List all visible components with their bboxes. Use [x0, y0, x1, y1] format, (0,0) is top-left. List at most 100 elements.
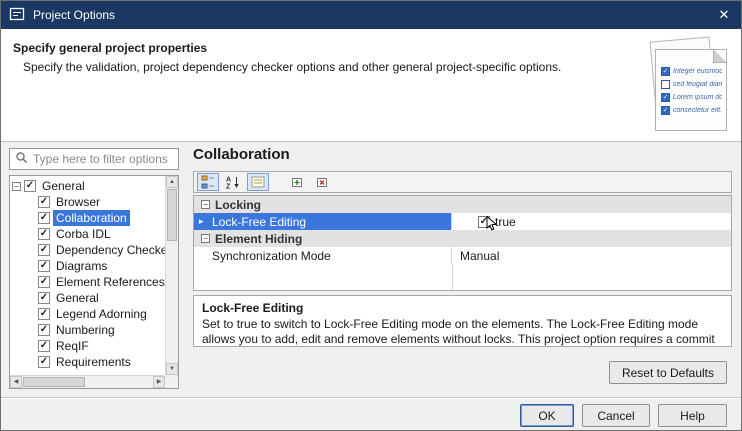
scroll-down-icon[interactable]: ▼ [166, 363, 178, 375]
group-row-locking[interactable]: − Locking [194, 196, 731, 213]
tree-item-label: Browser [53, 194, 103, 210]
header-subtitle: Specify the validation, project dependen… [23, 60, 561, 74]
window-title: Project Options [33, 8, 115, 22]
tree-item-label: Numbering [53, 322, 118, 338]
description-title: Lock-Free Editing [202, 301, 723, 315]
categorized-view-icon[interactable] [197, 173, 219, 191]
sidebar-item-dependency-checker[interactable]: ✓ Dependency Checker [10, 242, 165, 258]
property-name: Synchronization Mode [212, 249, 331, 263]
tree-item-label: Requirements [53, 354, 134, 370]
tree-item-label: Diagrams [53, 258, 110, 274]
sidebar-item-browser[interactable]: ✓ Browser [10, 194, 165, 210]
checklist-row: ✓ consectetur elit. [661, 106, 722, 115]
property-name-cell[interactable]: ▸ Lock-Free Editing [194, 213, 452, 230]
filter-input[interactable] [33, 152, 173, 166]
row-marker-icon: ▸ [199, 216, 204, 227]
sidebar-item-element-references[interactable]: ✓ Element References [10, 274, 165, 290]
checkbox-icon[interactable]: ✓ [38, 212, 50, 224]
options-tree: − ✓ General ✓ Browser ✓ Collaboration ✓ … [9, 175, 179, 389]
scrollbar-thumb[interactable] [23, 377, 85, 387]
sidebar-item-general[interactable]: ✓ General [10, 290, 165, 306]
checkbox-icon[interactable]: ✓ [38, 196, 50, 208]
tree-item-label: Element References [53, 274, 165, 290]
collapse-group-icon[interactable]: − [201, 200, 210, 209]
checklist-row: sed feugiat diam et. [661, 80, 722, 89]
scroll-left-icon[interactable]: ◀ [10, 376, 22, 388]
reset-to-defaults-button[interactable]: Reset to Defaults [609, 361, 727, 384]
sidebar-item-legend-adorning[interactable]: ✓ Legend Adorning [10, 306, 165, 322]
checkbox-icon[interactable]: ✓ [38, 260, 50, 272]
vertical-scrollbar[interactable]: ▲ ▼ [165, 176, 178, 375]
description-text: Set to true to switch to Lock-Free Editi… [202, 317, 723, 347]
property-name-cell[interactable]: Synchronization Mode [194, 247, 452, 264]
checkbox-icon: ✓ [661, 67, 670, 76]
project-options-dialog: Project Options ✕ Specify general projec… [0, 0, 742, 431]
checklist-text: Integer euismod mollis [673, 68, 722, 75]
sidebar-item-numbering[interactable]: ✓ Numbering [10, 322, 165, 338]
checkbox-icon[interactable]: ✓ [38, 228, 50, 240]
sort-alphabetically-icon[interactable]: AZ [222, 173, 244, 191]
checklist-row: ✓ Lorem ipsum dolor [661, 93, 722, 102]
checklist-illustration: ✓ Integer euismod mollis sed feugiat dia… [637, 35, 729, 135]
page-title: Collaboration [193, 146, 290, 163]
checklist-text: sed feugiat diam et. [673, 81, 722, 88]
property-name: Lock-Free Editing [212, 215, 306, 229]
tree-item-label: Legend Adorning [53, 306, 150, 322]
cancel-button[interactable]: Cancel [582, 404, 650, 427]
tree-item-label: Dependency Checker [53, 242, 165, 258]
dialog-header: Specify general project properties Speci… [1, 29, 741, 142]
property-row-lock-free-editing[interactable]: ▸ Lock-Free Editing ✓ true [194, 213, 731, 230]
checkbox-icon[interactable]: ✓ [38, 292, 50, 304]
search-icon [15, 151, 28, 167]
property-row-synchronization-mode[interactable]: Synchronization Mode Manual [194, 247, 731, 264]
checklist-row: ✓ Integer euismod mollis [661, 67, 722, 76]
sidebar-item-reqif[interactable]: ✓ ReqIF [10, 338, 165, 354]
sidebar-item-collaboration[interactable]: ✓ Collaboration [10, 210, 165, 226]
sidebar-item-general-root[interactable]: − ✓ General [10, 178, 165, 194]
column-divider [452, 264, 453, 290]
svg-text:A: A [226, 177, 231, 184]
property-value: Manual [460, 249, 499, 263]
collapse-icon[interactable] [312, 173, 334, 191]
tree-item-label: Corba IDL [53, 226, 114, 242]
help-button[interactable]: Help [658, 404, 727, 427]
expand-icon[interactable] [287, 173, 309, 191]
description-panel: Lock-Free Editing Set to true to switch … [193, 295, 732, 347]
group-row-element-hiding[interactable]: − Element Hiding [194, 230, 731, 247]
tree-item-label: Collaboration [53, 210, 130, 226]
checkbox-empty-icon [661, 80, 670, 89]
ok-button[interactable]: OK [520, 404, 574, 427]
properties-toolbar: AZ [193, 171, 732, 193]
filter-box [9, 148, 179, 170]
sidebar-item-diagrams[interactable]: ✓ Diagrams [10, 258, 165, 274]
property-value-cell[interactable]: Manual [452, 247, 731, 264]
sidebar-item-corba-idl[interactable]: ✓ Corba IDL [10, 226, 165, 242]
properties-table: − Locking ▸ Lock-Free Editing ✓ true − E… [193, 195, 732, 291]
collapse-group-icon[interactable]: − [201, 234, 210, 243]
title-bar: Project Options ✕ [1, 1, 741, 29]
collapse-expander-icon[interactable]: − [12, 182, 21, 191]
horizontal-scrollbar[interactable]: ◀ ▶ [10, 375, 165, 388]
group-label: Element Hiding [215, 232, 302, 246]
checkbox-icon[interactable]: ✓ [24, 180, 36, 192]
group-label: Locking [215, 198, 261, 212]
header-title: Specify general project properties [13, 41, 207, 55]
checkbox-icon[interactable]: ✓ [38, 276, 50, 288]
tree-item-label: General [53, 290, 102, 306]
sidebar-item-requirements[interactable]: ✓ Requirements [10, 354, 165, 370]
scrollbar-thumb[interactable] [167, 189, 177, 241]
checkbox-icon[interactable]: ✓ [38, 340, 50, 352]
scroll-up-icon[interactable]: ▲ [166, 176, 178, 188]
checkbox-icon[interactable]: ✓ [38, 324, 50, 336]
close-icon[interactable]: ✕ [707, 1, 741, 29]
footer-separator [1, 397, 741, 399]
checkbox-icon[interactable]: ✓ [38, 308, 50, 320]
property-value-cell[interactable]: ✓ true [452, 213, 731, 230]
show-description-icon[interactable] [247, 173, 269, 191]
property-value: true [495, 215, 516, 229]
page-fold [713, 50, 726, 63]
checkbox-icon[interactable]: ✓ [38, 356, 50, 368]
document-page-front: ✓ Integer euismod mollis sed feugiat dia… [655, 49, 727, 131]
scroll-right-icon[interactable]: ▶ [153, 376, 165, 388]
checkbox-icon[interactable]: ✓ [38, 244, 50, 256]
